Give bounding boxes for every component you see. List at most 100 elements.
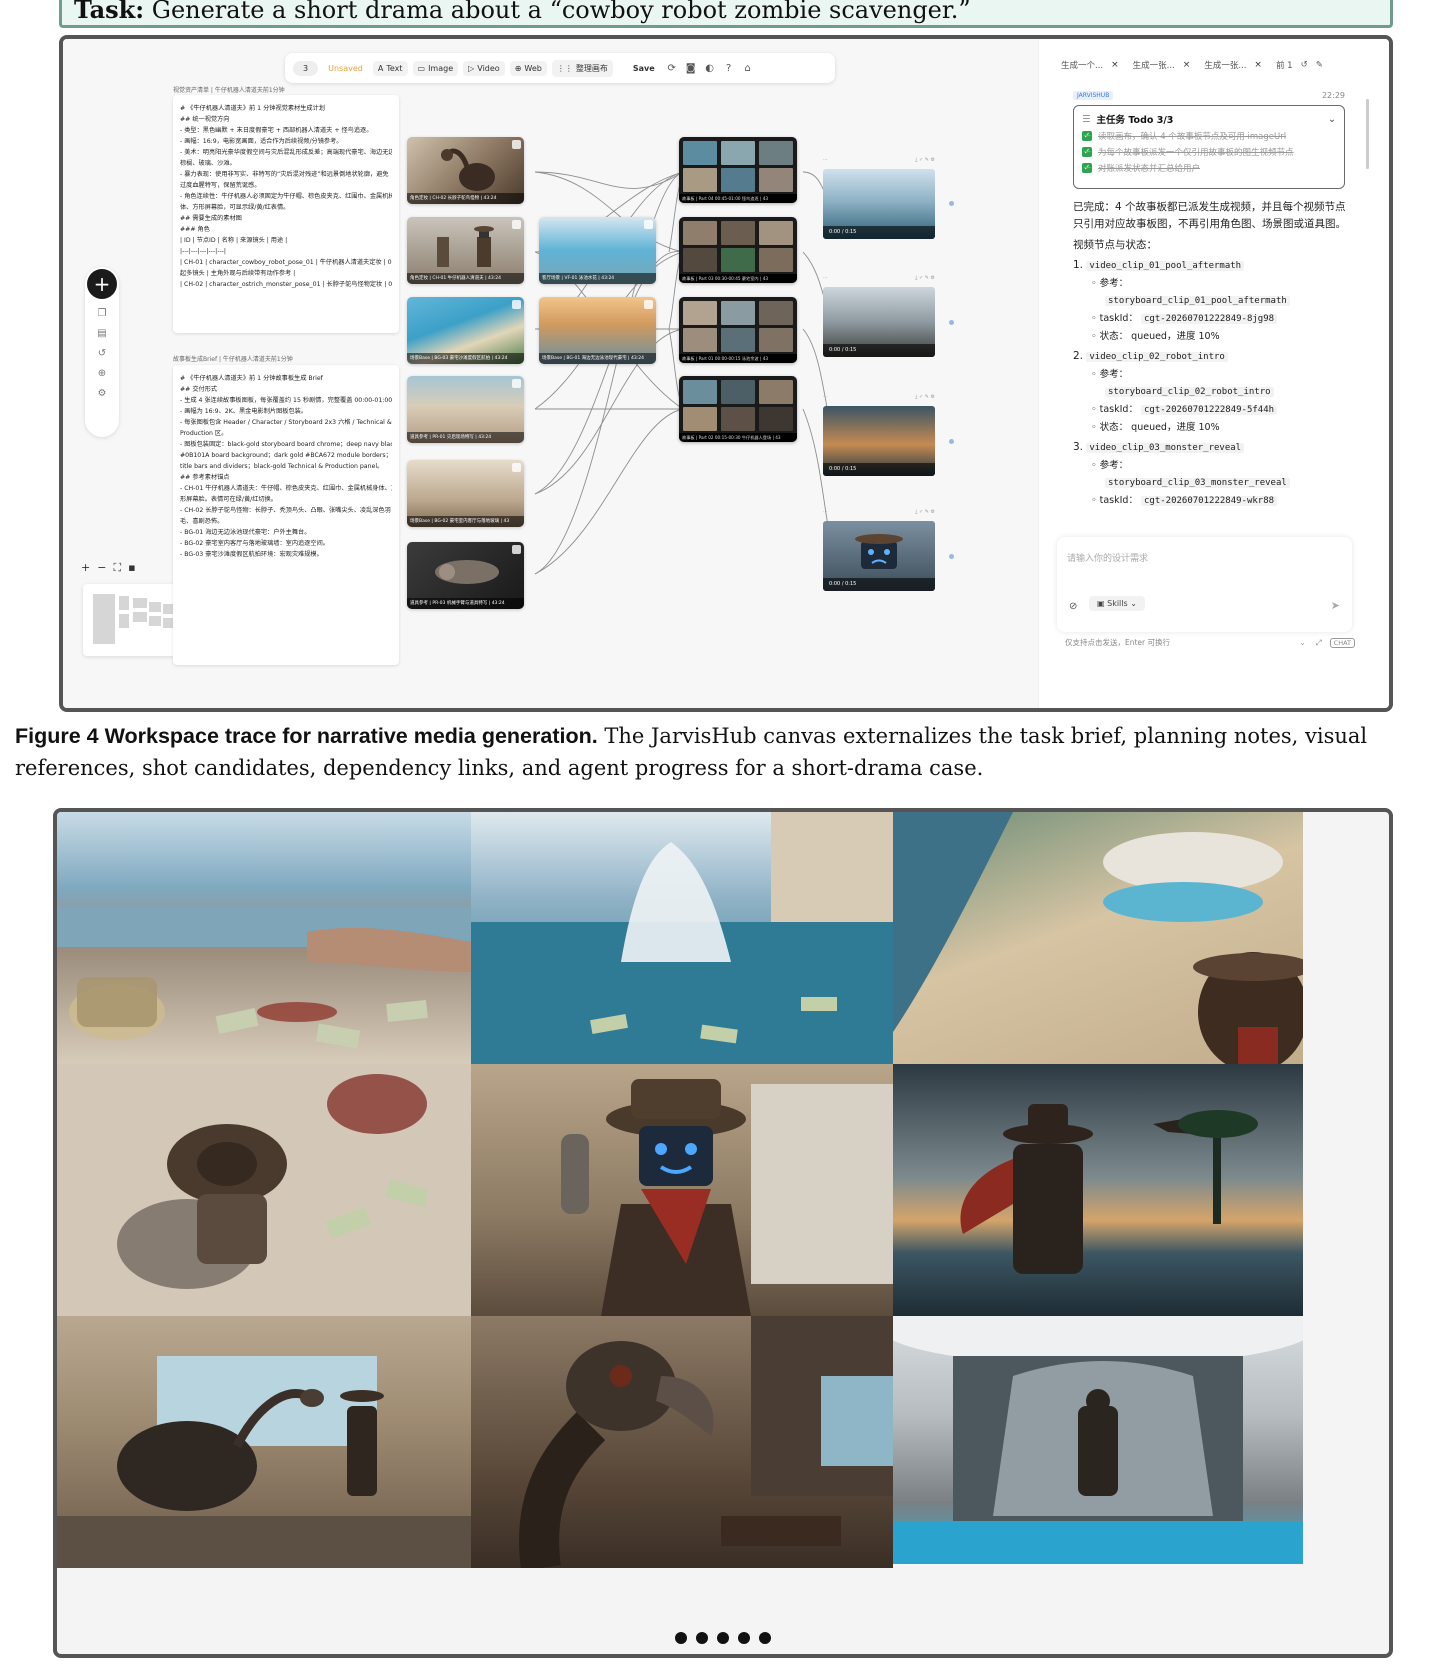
close-icon[interactable]: × — [1183, 60, 1191, 70]
github-icon[interactable]: ⌂ — [741, 63, 755, 74]
video-node[interactable]: ⋯ ⤓ ✓ ✎ ⚙ 0:00 / 0:15 — [823, 275, 935, 357]
minimap[interactable] — [83, 584, 178, 656]
history-icon[interactable]: ↺ — [1301, 60, 1308, 70]
image-node[interactable]: 客厅场景 | VF-01 泳池水花 | 43:24 — [539, 217, 656, 284]
node-menu-icon[interactable] — [644, 220, 653, 229]
image-caption: 场景Base | BG-03 豪宅沙滩度假区航拍 | 43:24 — [407, 353, 524, 364]
chat-mode-toggle[interactable]: CHAT — [1329, 637, 1355, 648]
chat-scrollbar[interactable] — [1366, 99, 1369, 169]
close-icon[interactable]: × — [1254, 60, 1262, 70]
chat-footer: 仅支持点击发送，Enter 可换行 ⌄ ⤢ CHAT — [1065, 637, 1355, 648]
video-node-actions[interactable]: ⤓ ✓ ✎ ⚙ — [915, 509, 935, 521]
doc-label-storyboard-brief: 故事板生成Brief | 牛仔机器人清道夫前1分钟 — [173, 356, 293, 363]
add-web-button[interactable]: ⊕ Web — [509, 60, 547, 76]
chevron-down-icon[interactable]: ⌄ — [1299, 638, 1305, 647]
doc-line: - 类型：黑色幽默 + 末日度假豪宅 + 西部机器人清道夫 + 怪鸟追逐。 — [180, 127, 373, 134]
camera-icon[interactable]: ◙ — [684, 63, 698, 74]
image-node[interactable]: 角色定妆 | CH-02 长脖子鸵鸟怪物 | 43:24 — [407, 137, 524, 204]
close-icon[interactable]: × — [1111, 60, 1119, 70]
storyboard-node[interactable]: 故事板 | Part 03 00:30-00:45 豪宅室内 | 43 — [679, 217, 797, 283]
doc-line: ## 需要生成的素材图 — [180, 215, 242, 222]
video-node[interactable]: ⋯ ⤓ ✓ ✎ ⚙ 0:00 / 0:15 — [823, 394, 935, 476]
storyboard-node[interactable]: 故事板 | Part 04 00:45-01:00 怪鸟追逐 | 43 — [679, 137, 797, 203]
new-chat-icon[interactable]: ✎ — [1316, 60, 1323, 70]
add-text-button[interactable]: A Text — [372, 60, 408, 76]
video-node-actions[interactable]: ⤓ ✓ ✎ ⚙ — [915, 157, 935, 169]
lock-icon[interactable]: ▪ — [128, 561, 135, 575]
ostrich-closeup-art — [519, 1316, 893, 1568]
image-node[interactable]: 场景Base | BG-03 豪宅沙滩度假区航拍 | 43:24 — [407, 297, 524, 364]
add-image-button[interactable]: ▭ Image — [412, 60, 459, 76]
clip-name: video_clip_02_robot_intro — [1086, 352, 1228, 362]
theme-icon[interactable]: ◐ — [703, 63, 717, 74]
pager-dot[interactable] — [759, 1632, 771, 1644]
image-node[interactable]: 道具参考 | PR-01 灾后现场特写 | 43:24 — [407, 376, 524, 443]
help-icon[interactable]: ? — [722, 63, 736, 74]
image-node[interactable]: 道具参考 | PR-03 机械手臂与道具特写 | 43:24 — [407, 542, 524, 609]
still-aerial-beach — [893, 812, 1303, 1064]
pager-dot[interactable] — [696, 1632, 708, 1644]
image-node[interactable]: 场景Base | BG-01 海边无边泳池现代豪宅 | 43:24 — [539, 297, 656, 364]
fit-view-icon[interactable]: ⛶ — [113, 561, 121, 575]
chat-tab[interactable]: 生成一张... — [1133, 59, 1175, 71]
skills-button[interactable]: ▣ Skills ⌄ — [1089, 596, 1145, 611]
video-time[interactable]: 0:00 / 0:15 — [823, 344, 935, 357]
zoom-in-icon[interactable]: + — [81, 561, 90, 575]
doc-label-asset-list: 视觉资产清单 | 牛仔机器人清道夫前1分钟 — [173, 87, 285, 94]
settings-icon[interactable]: ⚙ — [98, 388, 107, 399]
doc-panel-storyboard-brief[interactable]: # 《牛仔机器人清道夫》前 1 分钟故事板生成 Brief ## 交付形式 - 生成… — [173, 365, 399, 665]
globe-icon[interactable]: ⊕ — [98, 368, 106, 379]
doc-line: - BG-01 海边无边泳池现代豪宅：户外主舞台。 — [180, 529, 311, 536]
zoom-out-icon[interactable]: − — [97, 561, 106, 575]
todo-card[interactable]: ☰ 主任务 Todo 3/3 ⌄ ✓ 读取画布，确认 4 个故事板节点及可用 imag… — [1073, 105, 1345, 189]
refresh-icon[interactable]: ⟳ — [665, 63, 679, 74]
node-menu-icon[interactable] — [512, 379, 521, 388]
video-node-header: ⋯ — [823, 157, 828, 163]
video-node-actions[interactable]: ⤓ ✓ ✎ ⚙ — [915, 275, 935, 287]
doc-line: #0B101A board background；dark gold #BCA6… — [180, 452, 392, 459]
node-menu-icon[interactable] — [512, 220, 521, 229]
attach-icon[interactable]: ⊘ — [1069, 601, 1077, 612]
storyboard-node[interactable]: 故事板 | Part 02 00:15-00:30 牛仔机器人登场 | 43 — [679, 376, 797, 442]
layers-icon[interactable]: ▤ — [97, 328, 106, 339]
message-time: 22:29 — [1321, 91, 1345, 100]
video-time[interactable]: 0:00 / 0:15 — [823, 226, 935, 239]
expand-icon[interactable]: ⤢ — [1316, 638, 1322, 648]
image-node[interactable]: 场景Base | BG-02 豪宅室内客厅与落地玻璃 | 43 — [407, 460, 524, 527]
image-caption: 场景Base | BG-02 豪宅室内客厅与落地玻璃 | 43 — [407, 516, 524, 527]
history-icon[interactable]: ↺ — [98, 348, 106, 359]
image-node[interactable]: 角色定妆 | CH-01 牛仔机器人清道夫 | 43:24 — [407, 217, 524, 284]
video-node[interactable]: ⋯ ⤓ ✓ ✎ ⚙ 0:00 / 0:15 — [823, 509, 935, 591]
pager-dot[interactable] — [675, 1632, 687, 1644]
send-icon[interactable]: ➤ — [1331, 599, 1340, 612]
chat-input[interactable]: 请输入你的设计需求 ⊘ ▣ Skills ⌄ ➤ — [1057, 537, 1352, 632]
doc-panel-asset-list[interactable]: # 《牛仔机器人清道夫》前 1 分钟视觉素材生成计划 ## 统一视觉方向 - 类型：… — [173, 95, 399, 333]
chat-tab[interactable]: 前 1 — [1276, 59, 1293, 71]
canvas[interactable]: 3 Unsaved A Text ▭ Image ▷ Video ⊕ Web ⋮⋮ 整理画… — [63, 39, 1038, 708]
chevron-down-icon[interactable]: ⌄ — [1328, 114, 1336, 125]
pager-dot[interactable] — [717, 1632, 729, 1644]
chat-tab[interactable]: 生成一个... — [1061, 59, 1103, 71]
video-time[interactable]: 0:00 / 0:15 — [823, 578, 935, 591]
add-node-button[interactable]: + — [87, 269, 117, 299]
video-node-actions[interactable]: ⤓ ✓ ✎ ⚙ — [915, 394, 935, 406]
add-video-button[interactable]: ▷ Video — [463, 60, 505, 76]
node-menu-icon[interactable] — [512, 463, 521, 472]
arrange-canvas-button[interactable]: ⋮⋮ 整理画布 — [551, 59, 613, 77]
node-menu-icon[interactable] — [644, 300, 653, 309]
storyboard-node[interactable]: 故事板 | Part 01 00:00-00:15 泳池余波 | 43 — [679, 297, 797, 363]
video-node[interactable]: ⋯ ⤓ ✓ ✎ ⚙ 0:00 / 0:15 — [823, 157, 935, 239]
node-menu-icon[interactable] — [512, 545, 521, 554]
video-time[interactable]: 0:00 / 0:15 — [823, 463, 935, 476]
canvas-toolbar: 3 Unsaved A Text ▭ Image ▷ Video ⊕ Web ⋮⋮ 整理画… — [285, 53, 835, 83]
robot-portrait-art — [561, 1079, 893, 1316]
chat-panel: 生成一个... × 生成一张... × 生成一张... × 前 1 ↺ ✎ JARVI… — [1038, 39, 1389, 708]
pager-dot[interactable] — [738, 1632, 750, 1644]
node-menu-icon[interactable] — [512, 140, 521, 149]
clip-ref-value: storyboard_clip_03_monster_reveal — [1073, 474, 1355, 492]
section-heading: 视频节点与状态： — [1073, 239, 1157, 251]
copy-icon[interactable]: ❐ — [98, 308, 107, 319]
chat-tab[interactable]: 生成一张... — [1204, 59, 1246, 71]
node-menu-icon[interactable] — [512, 300, 521, 309]
save-button[interactable]: Save — [628, 61, 660, 76]
